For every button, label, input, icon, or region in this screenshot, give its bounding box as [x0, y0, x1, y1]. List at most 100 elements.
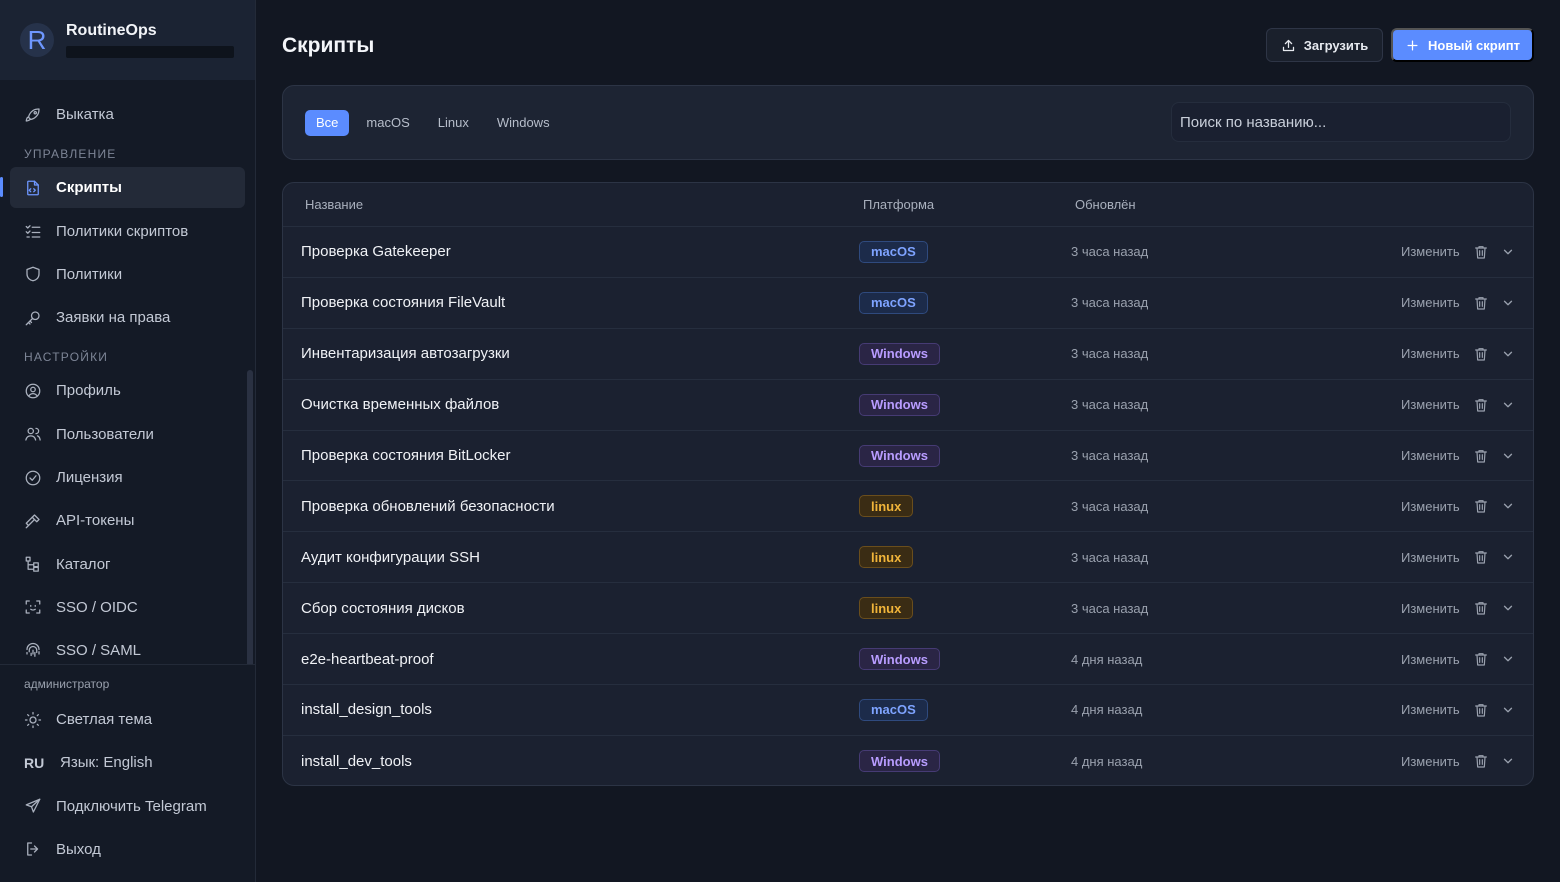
sidebar: R RoutineOps Выкатка УПРАВЛЕНИЕ Скрипты …: [0, 0, 256, 882]
table-row[interactable]: Проверка обновлений безопасности linux 3 ч…: [283, 481, 1533, 533]
chevron-down-icon[interactable]: [1501, 398, 1515, 412]
chevron-down-icon[interactable]: [1501, 449, 1515, 463]
edit-button[interactable]: Изменить: [1401, 346, 1460, 361]
column-header-platform[interactable]: Платформа: [863, 197, 934, 212]
theme-toggle[interactable]: Светлая тема: [10, 699, 246, 740]
sidebar-item-profile[interactable]: Профиль: [10, 370, 245, 411]
sidebar-footer: администратор Светлая тема RU Язык: Engl…: [0, 664, 256, 882]
new-script-button[interactable]: Новый скрипт: [1391, 28, 1534, 62]
sidebar-item-sso-saml[interactable]: SSO / SAML: [10, 630, 245, 664]
trash-icon[interactable]: [1473, 498, 1489, 514]
edit-button[interactable]: Изменить: [1401, 499, 1460, 514]
section-title-management: УПРАВЛЕНИЕ: [24, 147, 117, 162]
edit-button[interactable]: Изменить: [1401, 244, 1460, 259]
sidebar-item-access-requests[interactable]: Заявки на права: [10, 297, 245, 338]
script-name[interactable]: install_design_tools: [301, 701, 432, 718]
sidebar-item-catalog[interactable]: Каталог: [10, 544, 245, 585]
edit-button[interactable]: Изменить: [1401, 550, 1460, 565]
script-name[interactable]: Проверка Gatekeeper: [301, 243, 451, 260]
sidebar-item-api-tokens[interactable]: API-токены: [10, 500, 245, 541]
trash-icon[interactable]: [1473, 244, 1489, 260]
edit-button[interactable]: Изменить: [1401, 754, 1460, 769]
edit-button[interactable]: Изменить: [1401, 601, 1460, 616]
chevron-down-icon[interactable]: [1501, 347, 1515, 361]
column-header-name[interactable]: Название: [305, 197, 363, 212]
script-name[interactable]: Очистка временных файлов: [301, 396, 499, 413]
trash-icon[interactable]: [1473, 753, 1489, 769]
chevron-down-icon[interactable]: [1501, 754, 1515, 768]
edit-button[interactable]: Изменить: [1401, 295, 1460, 310]
script-name[interactable]: e2e-heartbeat-proof: [301, 651, 434, 668]
script-name[interactable]: Сбор состояния дисков: [301, 600, 465, 617]
language-switch[interactable]: RU Язык: English: [10, 742, 246, 783]
upload-icon: [1282, 39, 1294, 51]
sidebar-item-policies[interactable]: Политики: [10, 254, 245, 295]
chevron-down-icon[interactable]: [1501, 652, 1515, 666]
sidebar-item-sso-oidc[interactable]: SSO / OIDC: [10, 587, 245, 628]
filter-tab-all[interactable]: Все: [305, 109, 350, 136]
language-code: RU: [24, 754, 45, 771]
sidebar-item-license[interactable]: Лицензия: [10, 457, 245, 498]
logout-label: Выход: [56, 840, 101, 858]
updated-time: 4 дня назад: [1071, 651, 1143, 667]
table-row[interactable]: Проверка состояния BitLocker Windows 3 час…: [283, 431, 1533, 482]
brand-logo[interactable]: R: [20, 23, 54, 57]
sidebar-item-script-policies[interactable]: Политики скриптов: [10, 211, 245, 252]
table-row[interactable]: Сбор состояния дисков linux 3 часа назад Из…: [283, 583, 1533, 635]
key-icon: [25, 311, 40, 326]
search-input[interactable]: [1171, 102, 1511, 142]
chevron-down-icon[interactable]: [1501, 601, 1515, 615]
sidebar-item-scripts[interactable]: Скрипты: [0, 167, 245, 209]
upload-button[interactable]: Загрузить: [1266, 28, 1383, 62]
chevron-down-icon[interactable]: [1501, 296, 1515, 310]
users-icon: [25, 428, 41, 441]
sidebar-scrollbar[interactable]: [247, 370, 253, 664]
script-name[interactable]: Проверка состояния BitLocker: [301, 447, 511, 464]
table-row[interactable]: install_dev_tools Windows 4 дня назад Измен…: [283, 736, 1533, 785]
trash-icon[interactable]: [1473, 448, 1489, 464]
trash-icon[interactable]: [1473, 600, 1489, 616]
column-header-updated[interactable]: Обновлён: [1075, 197, 1136, 212]
filter-tab-windows[interactable]: Windows: [486, 110, 561, 136]
script-name[interactable]: Проверка обновлений безопасности: [301, 498, 555, 515]
theme-label: Светлая тема: [56, 711, 153, 728]
table-row[interactable]: install_design_tools macOS 4 дня назад Изме…: [283, 685, 1533, 736]
script-name[interactable]: Инвентаризация автозагрузки: [301, 345, 510, 362]
edit-button[interactable]: Изменить: [1401, 702, 1460, 717]
table-row[interactable]: e2e-heartbeat-proof Windows 4 дня назад Изм…: [283, 634, 1533, 686]
connect-telegram[interactable]: Подключить Telegram: [10, 786, 246, 827]
table-row[interactable]: Аудит конфигурации SSH linux 3 часа назад И…: [283, 532, 1533, 584]
sidebar-item-users[interactable]: Пользователи: [10, 414, 245, 455]
edit-button[interactable]: Изменить: [1401, 397, 1460, 412]
sidebar-item-label: Каталог: [56, 555, 111, 573]
sidebar-item-label: SSO / OIDC: [56, 598, 138, 616]
chevron-down-icon[interactable]: [1501, 550, 1515, 564]
platform-badge: Windows: [859, 393, 940, 416]
chevron-down-icon[interactable]: [1501, 245, 1515, 259]
trash-icon[interactable]: [1473, 346, 1489, 362]
filter-tab-linux[interactable]: Linux: [427, 110, 480, 136]
script-name[interactable]: Аудит конфигурации SSH: [301, 549, 480, 566]
logout-icon: [27, 842, 39, 857]
platform-badge: macOS: [859, 240, 928, 263]
trash-icon[interactable]: [1473, 549, 1489, 565]
table-row[interactable]: Проверка Gatekeeper macOS 3 часа назад Изме…: [283, 227, 1533, 278]
edit-button[interactable]: Изменить: [1401, 448, 1460, 463]
trash-icon[interactable]: [1473, 397, 1489, 413]
table-row[interactable]: Проверка состояния FileVault macOS 3 часа …: [283, 278, 1533, 329]
script-name[interactable]: install_dev_tools: [301, 753, 412, 770]
face-scan-icon: [25, 600, 41, 615]
filter-tab-macos[interactable]: macOS: [355, 110, 420, 136]
chevron-down-icon[interactable]: [1501, 703, 1515, 717]
sidebar-item-rollout[interactable]: Выкатка: [10, 94, 245, 135]
language-label: Язык: English: [60, 754, 153, 772]
logout-button[interactable]: Выход: [10, 829, 246, 870]
table-row[interactable]: Инвентаризация автозагрузки Windows 3 часа…: [283, 329, 1533, 380]
table-row[interactable]: Очистка временных файлов Windows 3 часа на…: [283, 380, 1533, 431]
trash-icon[interactable]: [1473, 295, 1489, 311]
script-name[interactable]: Проверка состояния FileVault: [301, 294, 505, 311]
trash-icon[interactable]: [1473, 651, 1489, 667]
chevron-down-icon[interactable]: [1501, 499, 1515, 513]
edit-button[interactable]: Изменить: [1401, 652, 1460, 667]
trash-icon[interactable]: [1473, 702, 1489, 718]
